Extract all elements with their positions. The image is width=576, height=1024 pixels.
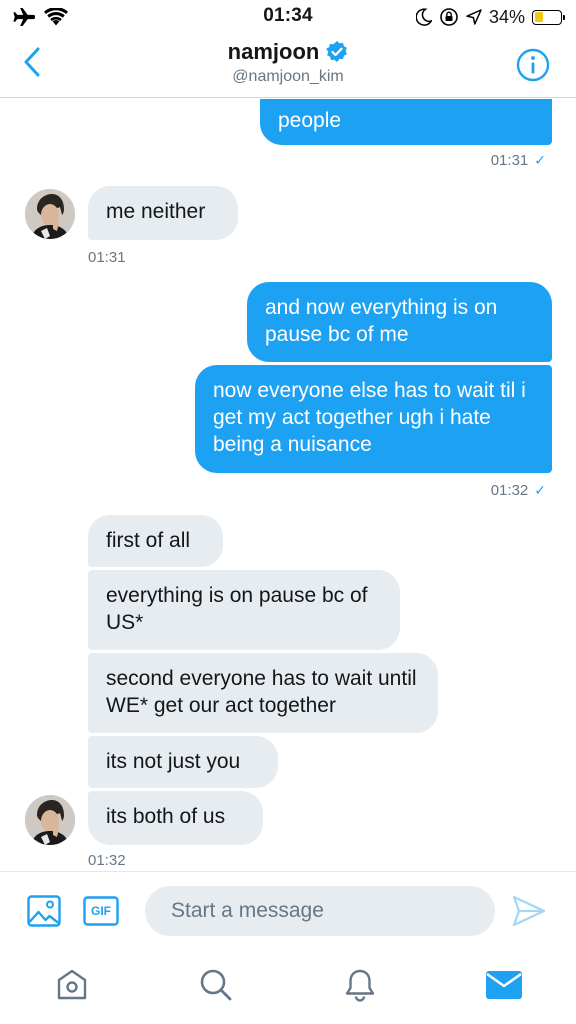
message-incoming[interactable]: everything is on pause bc of US* [88, 570, 400, 650]
message-timestamp: 01:31 ✓ [490, 152, 546, 169]
gif-label: GIF [91, 904, 111, 918]
info-button[interactable] [516, 48, 550, 82]
location-icon [466, 9, 482, 25]
contact-name: namjoon [227, 39, 320, 64]
battery-icon [532, 9, 565, 25]
moon-icon [415, 8, 432, 26]
tab-notifications[interactable] [340, 965, 380, 1005]
message-incoming[interactable]: me neither [88, 186, 238, 240]
message-incoming[interactable]: first of all [88, 515, 223, 567]
message-timestamp: 01:32 [88, 852, 126, 869]
send-button[interactable] [512, 895, 546, 932]
mail-icon [486, 971, 522, 999]
message-thread[interactable]: people 01:31 ✓ me neither 01:31 and now e… [0, 99, 576, 870]
message-text: people [278, 109, 342, 132]
image-icon [27, 895, 61, 927]
message-incoming[interactable]: its not just you [88, 736, 278, 788]
message-incoming[interactable]: its both of us [88, 791, 263, 845]
battery-percent: 34% [488, 6, 525, 27]
tab-bar [0, 951, 576, 1024]
message-text: me neither [106, 200, 206, 223]
status-right: 34% [415, 6, 565, 28]
read-check-icon: ✓ [534, 152, 546, 168]
conversation-title[interactable]: namjoon @namjoon_kim [0, 39, 576, 86]
home-icon [57, 969, 87, 1000]
message-outgoing[interactable]: and now everything is on pause bc of me [247, 282, 552, 362]
avatar[interactable] [25, 189, 75, 239]
send-icon [512, 895, 546, 927]
message-text: its not just you [106, 750, 241, 773]
message-input[interactable]: Start a message [145, 886, 495, 936]
rotation-lock-icon [440, 8, 458, 26]
message-text: second everyone has to wait until WE* ge… [106, 667, 417, 717]
message-timestamp: 01:32 ✓ [490, 482, 546, 499]
search-icon [200, 969, 232, 1001]
message-text: now everyone else has to wait til i get … [213, 379, 526, 456]
avatar[interactable] [25, 795, 75, 845]
tab-messages[interactable] [484, 965, 524, 1005]
message-text: its both of us [106, 805, 226, 828]
add-photo-button[interactable] [27, 895, 61, 932]
message-outgoing[interactable]: now everyone else has to wait til i get … [195, 365, 552, 473]
bell-icon [345, 969, 375, 1002]
conversation-header: namjoon @namjoon_kim [0, 34, 576, 98]
message-text: first of all [106, 529, 191, 552]
contact-handle: @namjoon_kim [232, 68, 344, 85]
avatar-image [25, 795, 75, 845]
message-timestamp: 01:31 [88, 249, 126, 266]
info-icon [516, 48, 550, 82]
message-outgoing[interactable]: people [260, 99, 552, 145]
message-text: everything is on pause bc of US* [106, 584, 368, 634]
status-bar: 01:34 34% [0, 0, 576, 34]
message-text: and now everything is on pause bc of me [265, 296, 498, 346]
read-check-icon: ✓ [534, 482, 546, 498]
tab-search[interactable] [196, 965, 236, 1005]
tab-home[interactable] [52, 965, 92, 1005]
message-incoming[interactable]: second everyone has to wait until WE* ge… [88, 653, 438, 733]
avatar-image [25, 189, 75, 239]
add-gif-button[interactable]: GIF [83, 896, 119, 931]
message-composer: GIF Start a message [0, 871, 576, 951]
verified-badge-icon [326, 41, 348, 62]
